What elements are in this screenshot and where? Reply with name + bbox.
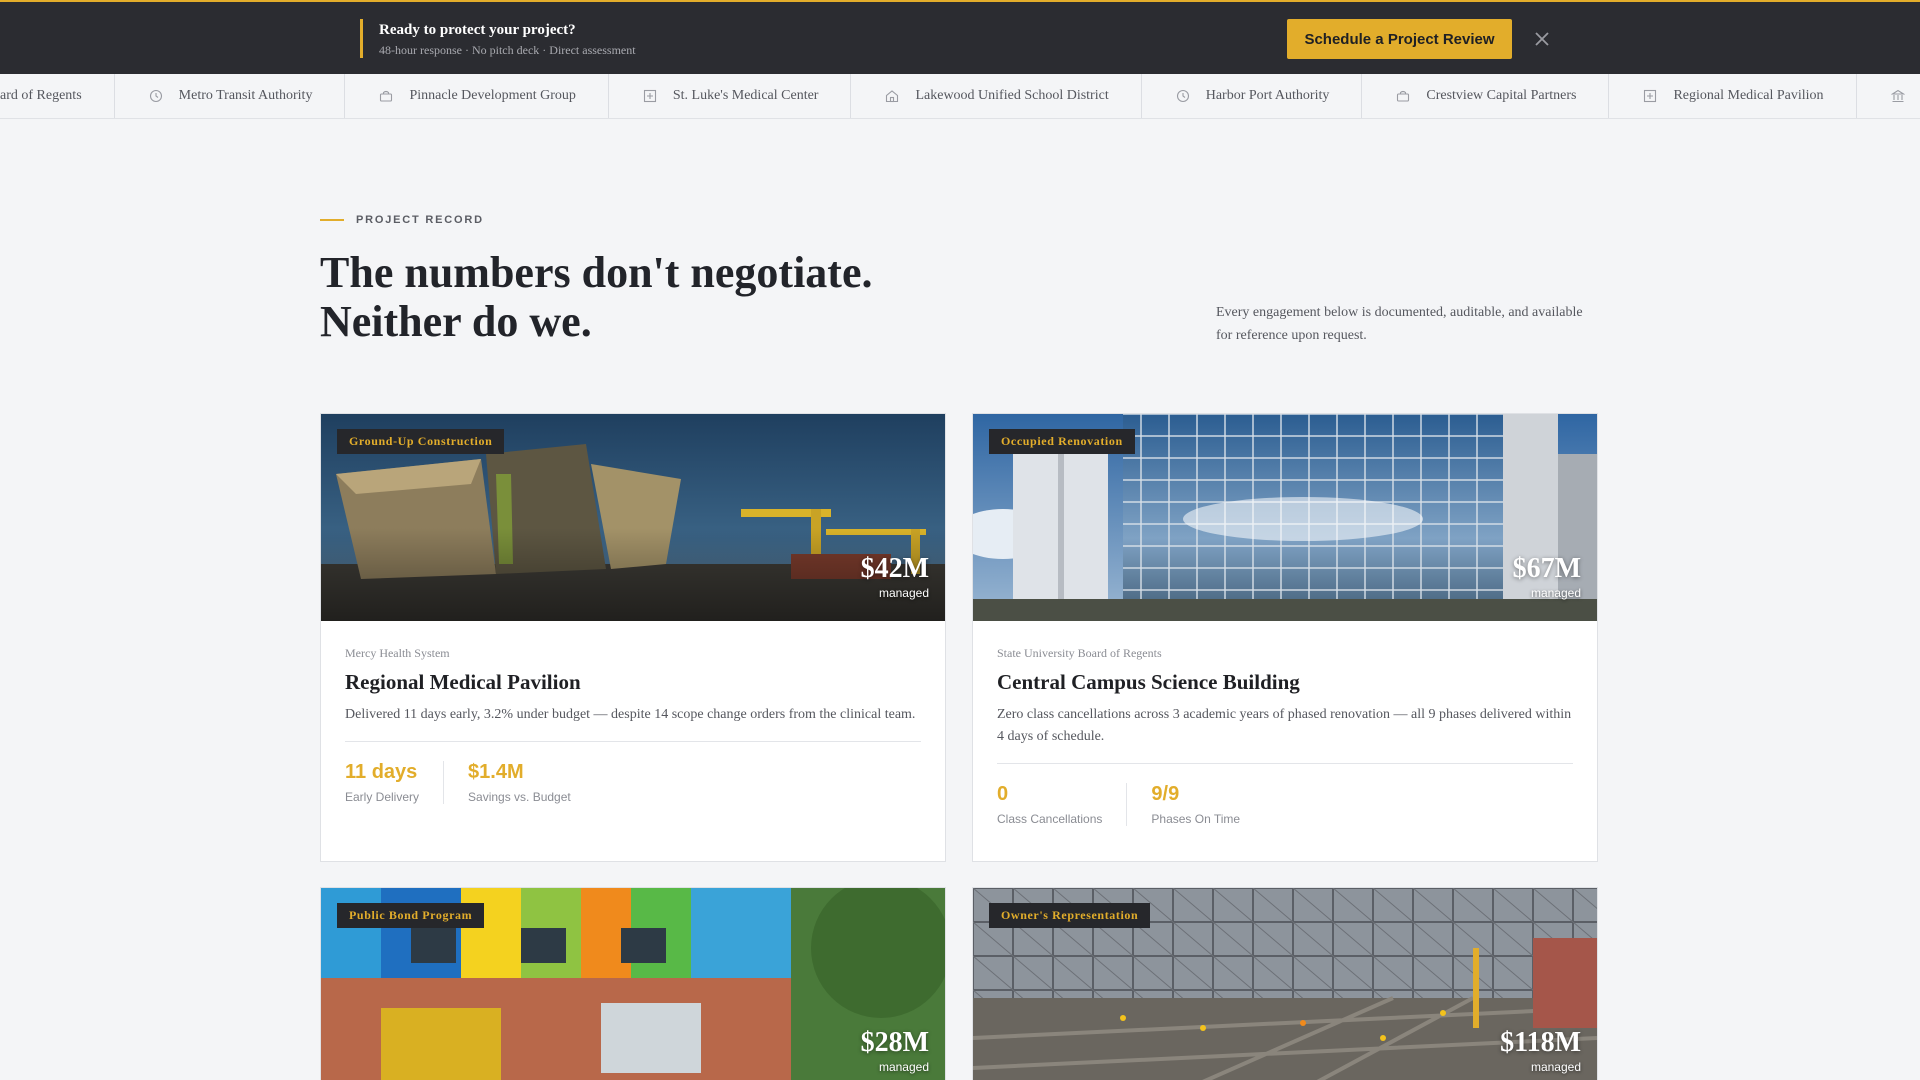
ticker-item: St. Luke's Medical Center [609,74,852,118]
close-icon[interactable] [1531,28,1553,50]
stat-label: Class Cancellations [997,812,1103,826]
ticker-item: Regional Medical Pavilion [1609,74,1857,118]
ticker-label: Regional Medical Pavilion [1673,88,1824,103]
project-type-tag: Public Bond Program [337,903,485,928]
project-stats: 0 Class Cancellations 9/9 Phases On Time [997,783,1573,826]
project-type-tag: Ground-Up Construction [337,429,505,454]
project-card[interactable]: Owner's Representation $118M managed [972,887,1598,1080]
ticker-item: Pinnacle Development Group [345,74,609,118]
clock-icon [149,89,162,103]
school-icon [886,90,899,103]
section-headline: The numbers don't negotiate. Neither do … [320,248,872,346]
managed-amount: $42M managed [860,553,929,601]
ticker-label: ard of Regents [0,88,82,103]
ticker-item: Crestview Capital Partners [1362,74,1610,118]
project-stats: 11 days Early Delivery $1.4M Savings vs.… [345,761,921,804]
managed-amount: $67M managed [1512,553,1581,601]
section-intro: Every engagement below is documented, au… [1216,305,1583,343]
amount-value: $67M [1512,553,1581,584]
stat-label: Early Delivery [345,790,420,804]
medical-cross-icon [1644,89,1657,103]
ticker-item: Lakewood Unified School District [851,74,1142,118]
briefcase-icon [380,90,393,102]
ticker-label: Crestview Capital Partners [1426,88,1577,103]
schedule-review-button[interactable]: Schedule a Project Review [1287,19,1512,59]
ticker-item: ard of Regents [0,74,115,118]
stat: 0 Class Cancellations [997,783,1126,826]
stat: $1.4M Savings vs. Budget [443,761,595,804]
ticker-item: Metro Transit Authority [115,74,346,118]
amount-label: managed [878,586,929,600]
building-icon [1890,89,1905,103]
banner-subtitle: 48-hour response · No pitch deck · Direc… [379,43,636,57]
amount-value: $28M [860,1027,929,1058]
project-image: Occupied Renovation $67M managed [973,414,1597,621]
ticker-track: ard of Regents Metro Transit Authority P… [0,74,1920,118]
client-ticker: ard of Regents Metro Transit Authority P… [0,74,1920,119]
ticker-label: St. Luke's Medical Center [672,88,819,103]
ticker-item: Harbor Port Authority [1142,74,1363,118]
amount-value: $118M [1500,1027,1581,1058]
project-card[interactable]: Occupied Renovation $67M managed State U… [972,413,1598,862]
section-eyebrow: PROJECT RECORD [320,214,484,226]
stat-value: 9/9 [1151,783,1180,805]
project-title: Regional Medical Pavilion [345,670,581,694]
amount-label: managed [1530,1060,1581,1074]
project-image: Owner's Representation $118M managed [973,888,1597,1080]
medical-cross-icon [643,89,656,103]
amount-label: managed [1530,586,1581,600]
project-type-tag: Owner's Representation [989,903,1151,928]
clock-icon [1176,89,1189,103]
banner-message: Ready to protect your project? 48-hour r… [360,19,636,58]
stat-value: 0 [997,783,1009,805]
project-image: Ground-Up Construction $42M managed [321,414,945,621]
divider [997,763,1573,764]
project-description: Delivered 11 days early, 3.2% under budg… [345,707,916,722]
ticker-label: Metro Transit Authority [178,88,313,103]
project-image: Public Bond Program $28M managed [321,888,945,1080]
project-type-tag: Occupied Renovation [989,429,1135,454]
amount-label: managed [878,1060,929,1074]
briefcase-icon [1397,90,1410,102]
stat-label: Savings vs. Budget [468,790,571,804]
divider [345,741,921,742]
eyebrow-accent-line [320,219,344,221]
card-body: State University Board of Regents Centra… [973,621,1597,826]
top-banner: Ready to protect your project? 48-hour r… [0,0,1920,74]
ticker-label: Pinnacle Development Group [409,88,576,103]
managed-amount: $28M managed [860,1027,929,1075]
ticker-item: No [1857,74,1920,118]
ticker-label: Lakewood Unified School District [915,88,1109,103]
stat-label: Phases On Time [1151,812,1241,826]
project-card[interactable]: Public Bond Program $28M managed [320,887,946,1080]
stat-value: 11 days [345,761,418,783]
ticker-label: Harbor Port Authority [1205,88,1330,103]
headline-line-1: The numbers don't negotiate. [320,248,873,297]
eyebrow-label: PROJECT RECORD [356,214,484,226]
stat-value: $1.4M [468,761,524,783]
project-description: Zero class cancellations across 3 academ… [997,707,1572,744]
stat: 11 days Early Delivery [345,761,443,804]
card-body: Mercy Health System Regional Medical Pav… [321,621,945,804]
stat: 9/9 Phases On Time [1126,783,1264,826]
headline-line-2: Neither do we. [320,297,592,346]
amount-value: $42M [860,553,929,584]
client-name: State University Board of Regents [997,646,1162,660]
project-card[interactable]: Ground-Up Construction $42M managed Merc… [320,413,946,862]
managed-amount: $118M managed [1500,1027,1581,1075]
project-title: Central Campus Science Building [997,670,1300,694]
banner-title: Ready to protect your project? [379,22,576,38]
client-name: Mercy Health System [345,646,450,660]
